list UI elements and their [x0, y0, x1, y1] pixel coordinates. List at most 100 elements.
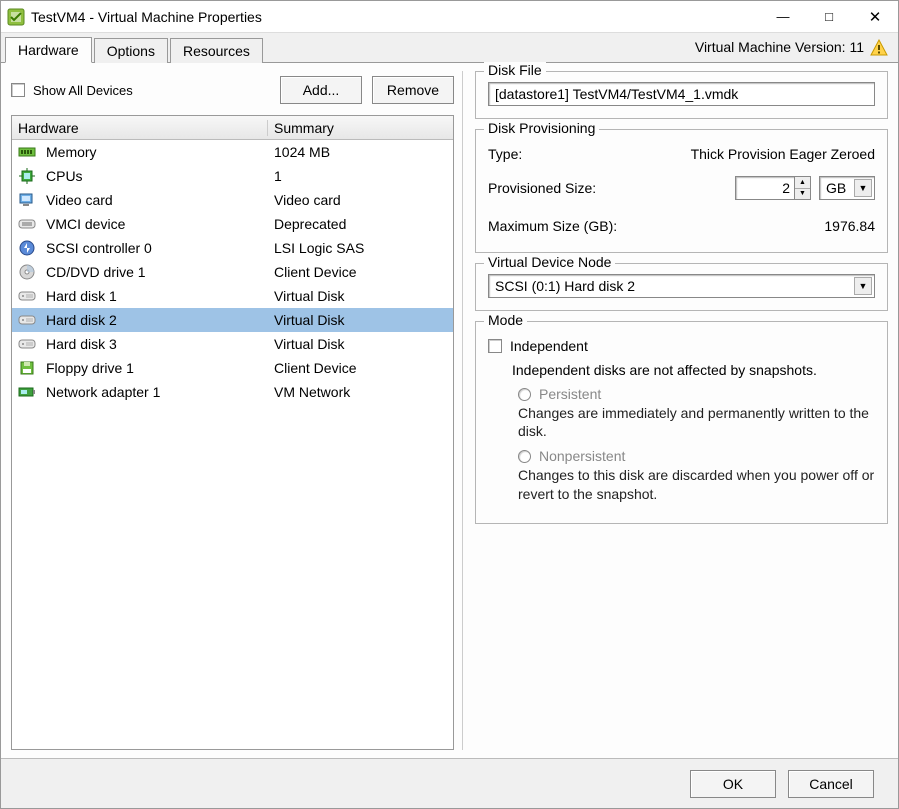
- hw-name: Hard disk 1: [46, 288, 117, 304]
- hw-name: Hard disk 2: [46, 312, 117, 328]
- prov-size-label: Provisioned Size:: [488, 180, 735, 196]
- disk-file-path[interactable]: [datastore1] TestVM4/TestVM4_1.vmdk: [488, 82, 875, 106]
- prov-size-unit: GB: [826, 180, 846, 196]
- disk-provisioning-group: Disk Provisioning Type: Thick Provision …: [475, 129, 888, 253]
- vdn-select[interactable]: SCSI (0:1) Hard disk 2 ▼: [488, 274, 875, 298]
- table-row[interactable]: VMCI device Deprecated: [12, 212, 453, 236]
- prov-type-value: Thick Provision Eager Zeroed: [691, 146, 875, 162]
- warning-icon: [870, 39, 888, 57]
- show-all-devices-label: Show All Devices: [33, 83, 133, 98]
- tab-hardware[interactable]: Hardware: [5, 37, 92, 63]
- hw-name: CPUs: [46, 168, 83, 184]
- disk-icon: [18, 288, 36, 304]
- cd-icon: [18, 264, 36, 280]
- add-button[interactable]: Add...: [280, 76, 362, 104]
- mode-nonpersistent-radio[interactable]: [518, 450, 531, 463]
- ok-button[interactable]: OK: [690, 770, 776, 798]
- left-pane: Show All Devices Add... Remove Hardware …: [11, 71, 463, 750]
- tab-resources[interactable]: Resources: [170, 38, 263, 63]
- mode-independent-checkbox[interactable]: [488, 339, 502, 353]
- hw-name: Network adapter 1: [46, 384, 160, 400]
- hardware-table: Hardware Summary Memory 1024 MB CPUs 1 Video…: [11, 115, 454, 750]
- hw-summary: Virtual Disk: [268, 336, 453, 352]
- disk-file-group: Disk File [datastore1] TestVM4/TestVM4_1…: [475, 71, 888, 119]
- hw-name: Memory: [46, 144, 97, 160]
- prov-size-input[interactable]: [735, 176, 795, 200]
- prov-size-up[interactable]: ▲: [795, 177, 810, 189]
- vm-properties-window: TestVM4 - Virtual Machine Properties — □…: [0, 0, 899, 809]
- hw-summary: Client Device: [268, 360, 453, 376]
- video-icon: [18, 192, 36, 208]
- table-row[interactable]: Network adapter 1 VM Network: [12, 380, 453, 404]
- table-row[interactable]: SCSI controller 0 LSI Logic SAS: [12, 236, 453, 260]
- table-row[interactable]: Floppy drive 1 Client Device: [12, 356, 453, 380]
- titlebar: TestVM4 - Virtual Machine Properties — □…: [1, 1, 898, 33]
- table-row[interactable]: Hard disk 2 Virtual Disk: [12, 308, 453, 332]
- col-header-summary[interactable]: Summary: [268, 120, 453, 136]
- mode-persistent-label: Persistent: [539, 386, 601, 402]
- chevron-down-icon: ▼: [854, 179, 872, 197]
- chevron-down-icon: ▼: [854, 277, 872, 295]
- nic-icon: [18, 384, 36, 400]
- hardware-toolbar: Show All Devices Add... Remove: [11, 71, 454, 109]
- mode-independent-desc: Independent disks are not affected by sn…: [512, 362, 875, 378]
- prov-max-label: Maximum Size (GB):: [488, 218, 824, 234]
- disk-icon: [18, 312, 36, 328]
- table-row[interactable]: CPUs 1: [12, 164, 453, 188]
- table-row[interactable]: Video card Video card: [12, 188, 453, 212]
- virtual-device-node-group: Virtual Device Node SCSI (0:1) Hard disk…: [475, 263, 888, 311]
- hw-summary: VM Network: [268, 384, 453, 400]
- hw-summary: Deprecated: [268, 216, 453, 232]
- table-row[interactable]: CD/DVD drive 1 Client Device: [12, 260, 453, 284]
- cancel-button[interactable]: Cancel: [788, 770, 874, 798]
- table-row[interactable]: Hard disk 1 Virtual Disk: [12, 284, 453, 308]
- minimize-button[interactable]: —: [760, 1, 806, 33]
- hw-summary: 1: [268, 168, 453, 184]
- vmci-icon: [18, 216, 36, 232]
- hw-name: Hard disk 3: [46, 336, 117, 352]
- vdn-value: SCSI (0:1) Hard disk 2: [495, 278, 635, 294]
- prov-size-unit-select[interactable]: GB ▼: [819, 176, 875, 200]
- hw-name: Floppy drive 1: [46, 360, 134, 376]
- hardware-table-body: Memory 1024 MB CPUs 1 Video card Video card VM…: [12, 140, 453, 404]
- table-row[interactable]: Memory 1024 MB: [12, 140, 453, 164]
- hw-summary: LSI Logic SAS: [268, 240, 453, 256]
- vm-version-label: Virtual Machine Version: 11: [695, 39, 864, 55]
- table-row[interactable]: Hard disk 3 Virtual Disk: [12, 332, 453, 356]
- show-all-devices-wrap[interactable]: Show All Devices: [11, 83, 270, 98]
- hw-summary: 1024 MB: [268, 144, 453, 160]
- hw-summary: Virtual Disk: [268, 288, 453, 304]
- hw-name: Video card: [46, 192, 113, 208]
- mode-legend: Mode: [484, 312, 527, 328]
- mode-nonpersistent-desc: Changes to this disk are discarded when …: [518, 466, 875, 502]
- vsphere-icon: [7, 8, 25, 26]
- tab-row: Hardware Options Resources Virtual Machi…: [1, 33, 898, 63]
- col-header-hardware[interactable]: Hardware: [12, 120, 268, 136]
- disk-provisioning-legend: Disk Provisioning: [484, 120, 599, 136]
- content-area: Show All Devices Add... Remove Hardware …: [1, 63, 898, 758]
- close-button[interactable]: ✕: [852, 1, 898, 33]
- tab-options[interactable]: Options: [94, 38, 168, 63]
- floppy-icon: [18, 360, 36, 376]
- scsi-icon: [18, 240, 36, 256]
- prov-size-down[interactable]: ▼: [795, 189, 810, 200]
- mode-nonpersistent-label: Nonpersistent: [539, 448, 625, 464]
- hw-summary: Virtual Disk: [268, 312, 453, 328]
- mode-group: Mode Independent Independent disks are n…: [475, 321, 888, 524]
- mode-persistent-desc: Changes are immediately and permanently …: [518, 404, 875, 440]
- disk-icon: [18, 336, 36, 352]
- dialog-footer: OK Cancel: [1, 758, 898, 808]
- mode-persistent-radio[interactable]: [518, 388, 531, 401]
- hw-summary: Video card: [268, 192, 453, 208]
- hw-name: CD/DVD drive 1: [46, 264, 146, 280]
- remove-button[interactable]: Remove: [372, 76, 454, 104]
- window-title: TestVM4 - Virtual Machine Properties: [31, 9, 262, 25]
- vdn-legend: Virtual Device Node: [484, 254, 615, 270]
- hw-summary: Client Device: [268, 264, 453, 280]
- prov-size-spinner[interactable]: ▲ ▼: [735, 176, 811, 200]
- show-all-devices-checkbox[interactable]: [11, 83, 25, 97]
- hw-name: SCSI controller 0: [46, 240, 152, 256]
- right-pane: Disk File [datastore1] TestVM4/TestVM4_1…: [475, 71, 888, 750]
- hw-name: VMCI device: [46, 216, 125, 232]
- maximize-button[interactable]: □: [806, 1, 852, 33]
